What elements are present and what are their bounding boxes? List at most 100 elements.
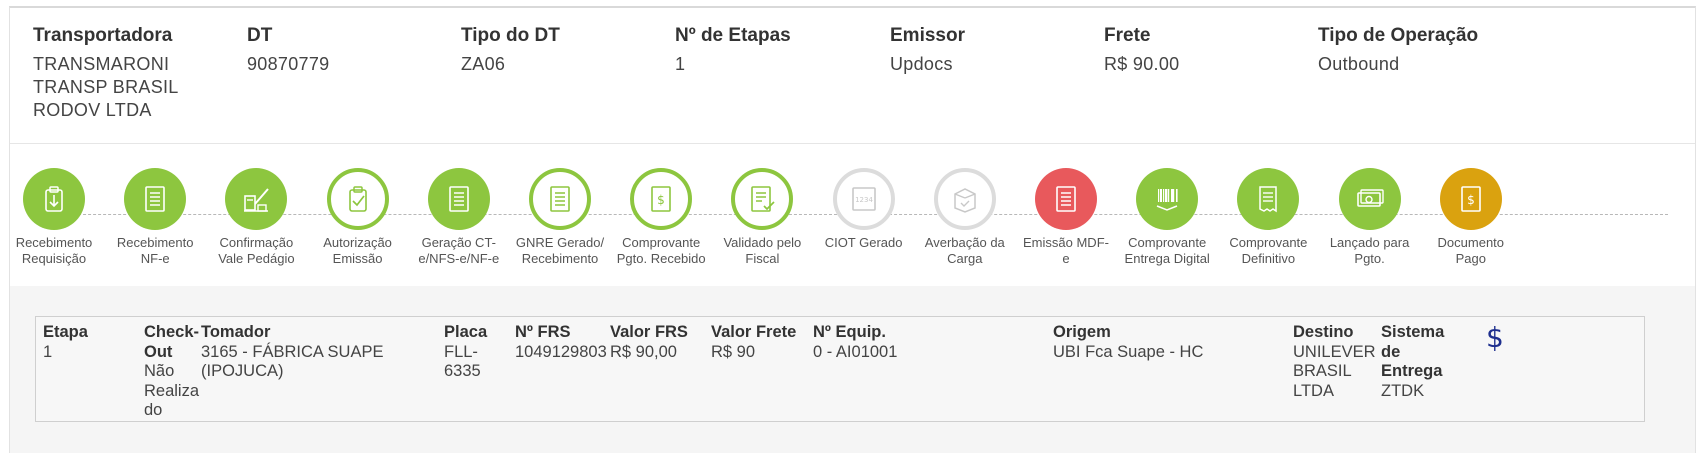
tomador-value-1: 3165 - FÁBRICA SUAPE — [201, 342, 384, 361]
timeline-step-13[interactable]: Comprovante Definitivo — [1213, 168, 1323, 267]
step-status-circle[interactable]: $ — [630, 168, 693, 230]
emissor-field: Emissor Updocs — [890, 24, 1090, 76]
step-label: GNRE Gerado/Recebimento — [505, 235, 615, 267]
transportadora-value: TRANSMARONI TRANSP BRASIL RODOV LTDA — [33, 54, 178, 120]
valor-frs-header: Valor FRS — [610, 323, 688, 341]
step-status-circle[interactable] — [1338, 168, 1401, 230]
dt-field: DT 90870779 — [247, 24, 447, 76]
ciot-icon: 1234 — [851, 187, 876, 211]
timeline-step-9[interactable]: 1234 CIOT Gerado — [809, 168, 919, 251]
download-doc-icon — [45, 186, 63, 212]
etapas-value: 1 — [675, 54, 686, 74]
step-status-circle[interactable] — [1136, 168, 1199, 230]
timeline-step-2[interactable]: Recebimento NF-e — [100, 168, 210, 267]
step-label-line-1: Recebimento — [116, 235, 194, 250]
step-label: Comprovante Entrega Digital — [1112, 235, 1222, 267]
step-status-circle[interactable]: 1234 — [832, 168, 895, 230]
svg-text:$: $ — [657, 193, 665, 207]
checkout-value-3: do — [144, 401, 163, 419]
transportadora-label: Transportadora — [33, 25, 173, 46]
timeline-step-15[interactable]: $ Documento Pago — [1416, 168, 1526, 267]
money-doc-icon: $ — [651, 186, 671, 212]
status-timeline: Recebimento Requisição Recebimento NF-e Conf… — [10, 168, 1695, 278]
emissor-label: Emissor — [890, 25, 965, 46]
step-label: Lançado para Pgto. — [1315, 235, 1425, 267]
timeline-step-14[interactable]: Lançado para Pgto. — [1315, 168, 1425, 267]
step-label: Autorização Emissão — [303, 235, 413, 267]
timeline-step-6[interactable]: GNRE Gerado/Recebimento — [505, 168, 615, 267]
step-label: Confirmação Vale Pedágio — [201, 235, 311, 267]
valor-frete-header: Valor Frete — [711, 323, 797, 341]
step-label-line-2: Pago — [1455, 251, 1486, 266]
checkout-value-2: Realiza — [144, 381, 200, 400]
timeline-step-1[interactable]: Recebimento Requisição — [0, 168, 109, 267]
timeline-step-8[interactable]: Validado pelo Fiscal — [707, 168, 817, 267]
step-label: Emissão MDF-e — [1011, 235, 1121, 267]
timeline-step-7[interactable]: $ Comprovante Pgto. Recebido — [606, 168, 716, 267]
timeline-step-3[interactable]: Confirmação Vale Pedágio — [201, 168, 311, 267]
tipo-dt-field: Tipo do DT ZA06 — [461, 24, 661, 76]
step-label-line-1: Lançado para — [1329, 235, 1410, 250]
step-label-line-1: Comprovante — [1128, 235, 1207, 250]
step-status-circle[interactable] — [1237, 168, 1300, 230]
step-label-line-2: e/NFS-e/NF-e — [418, 251, 500, 266]
step-label: Geração CT-e/NFS-e/NF-e — [404, 235, 514, 267]
step-status-circle[interactable] — [23, 168, 85, 230]
placa-value-2: 6335 — [444, 362, 481, 380]
nfrs-cell: Nº FRS 1049129803 — [515, 323, 615, 362]
valor-frete-value: R$ 90 — [711, 342, 756, 361]
etapas-label: Nº de Etapas — [675, 25, 791, 46]
timeline-step-5[interactable]: Geração CT-e/NFS-e/NF-e — [404, 168, 514, 267]
destino-header: Destino — [1293, 323, 1354, 341]
operacao-field: Tipo de Operação Outbound — [1318, 24, 1558, 76]
step-label-line-2: Entrega Digital — [1124, 251, 1210, 266]
step-status-circle[interactable] — [124, 168, 187, 230]
operacao-value: Outbound — [1318, 54, 1400, 74]
etapa-cell: Etapa 1 — [43, 323, 143, 362]
checkout-header-2: Out — [144, 342, 173, 361]
step-status-circle[interactable] — [529, 168, 591, 230]
svg-text:$: $ — [1467, 193, 1475, 207]
barcode-icon — [1156, 189, 1178, 211]
step-label-line-2: Pgto. — [1354, 251, 1385, 266]
placa-value-1: FLL- — [444, 342, 478, 361]
step-label-line-1: Documento — [1437, 235, 1505, 250]
nfrs-value: 1049129803 — [515, 342, 607, 361]
timeline-step-11[interactable]: Emissão MDF-e — [1011, 168, 1121, 267]
step-status-circle[interactable]: $ — [1439, 168, 1502, 230]
step-status-circle[interactable] — [731, 168, 794, 230]
placa-header: Placa — [444, 323, 488, 341]
document-icon — [1056, 186, 1076, 212]
frete-field: Frete R$ 90.00 — [1104, 24, 1304, 76]
dollar-icon[interactable]: $ — [1486, 321, 1504, 354]
nfrs-header: Nº FRS — [515, 323, 571, 341]
step-status-circle[interactable] — [933, 168, 996, 230]
timeline-step-12[interactable]: Comprovante Entrega Digital — [1112, 168, 1222, 267]
step-label-line-2: e — [1062, 251, 1070, 266]
timeline-step-4[interactable]: Autorização Emissão — [303, 168, 413, 267]
header-divider — [10, 143, 1695, 144]
step-label-line-1: Emissão MDF- — [1023, 235, 1109, 250]
sistema-cell: Sistema de Entrega ZTDK — [1381, 323, 1461, 401]
stage-section: Etapa 1 Check- Out Não Realiza do Tomado… — [10, 286, 1695, 453]
step-status-circle[interactable] — [1035, 168, 1097, 230]
step-label-line-1: Comprovante — [622, 235, 701, 250]
tomador-header: Tomador — [201, 323, 271, 341]
destino-value-2: BRASIL — [1293, 362, 1352, 380]
timeline-step-10[interactable]: Averbação da Carga — [910, 168, 1020, 267]
sistema-header-3: Entrega — [1381, 362, 1443, 380]
step-status-circle[interactable] — [326, 168, 389, 230]
step-label-line-1: Validado pelo — [723, 235, 802, 250]
step-status-circle[interactable] — [225, 168, 288, 230]
step-label: Comprovante Pgto. Recebido — [606, 235, 716, 267]
step-status-circle[interactable] — [427, 168, 490, 230]
step-label-line-2: Fiscal — [745, 251, 780, 266]
step-label: Averbação da Carga — [910, 235, 1020, 267]
etapas-field: Nº de Etapas 1 — [675, 24, 875, 76]
svg-text:1234: 1234 — [855, 196, 873, 204]
receipt-icon — [1259, 186, 1278, 213]
step-label-line-2: Emissão — [332, 251, 383, 266]
step-label-line-1: Confirmação — [219, 235, 294, 250]
placa-cell: Placa FLL- 6335 — [444, 323, 514, 382]
stage-row: Etapa 1 Check- Out Não Realiza do Tomado… — [35, 316, 1645, 422]
